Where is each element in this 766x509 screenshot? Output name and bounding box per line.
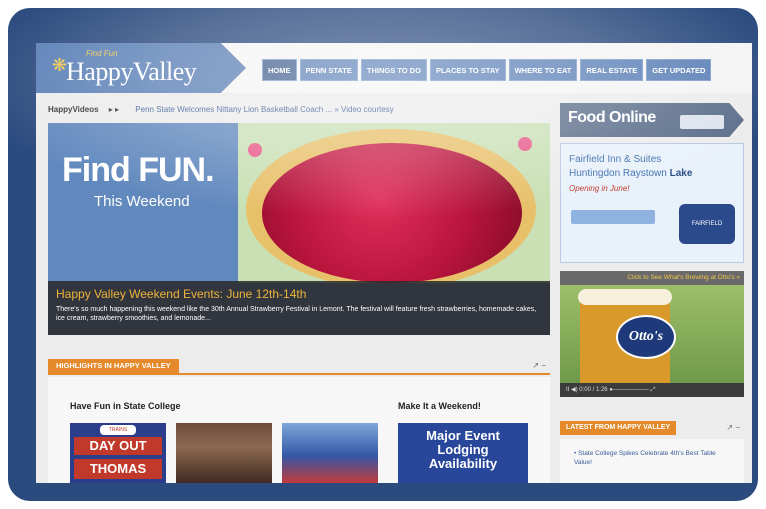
baseball-thumbnail[interactable] — [282, 423, 378, 483]
logo-name: HappyValley — [66, 57, 197, 86]
highlights-header: HIGHLIGHTS IN HAPPY VALLEY ↗ − — [48, 359, 550, 375]
ad-line3: Opening in June! — [569, 184, 630, 193]
lodging-line1: Major Event — [426, 428, 500, 443]
latest-item[interactable]: • State College Spikes Celebrate 4th's B… — [574, 449, 734, 467]
nav-get-updated[interactable]: GET UPDATED — [646, 59, 712, 81]
food-online-label: Food Online — [568, 109, 656, 126]
latest-panel: • State College Spikes Celebrate 4th's B… — [560, 439, 744, 483]
thomas-line1: DAY OUT — [74, 437, 162, 455]
highlights-panel: Have Fun in State College Make It a Week… — [48, 377, 550, 483]
ticker-headline[interactable]: Penn State Welcomes Nittany Lion Basketb… — [135, 105, 394, 114]
sun-icon: ❋ — [52, 55, 68, 75]
nav-where-to-eat[interactable]: WHERE TO EAT — [508, 59, 578, 81]
hero-title[interactable]: Happy Valley Weekend Events: June 12th-1… — [56, 287, 306, 301]
fairfield-logo: FAIRFIELD — [679, 204, 735, 244]
ad-line2b: Lake — [669, 168, 693, 179]
nav-real-estate[interactable]: REAL ESTATE — [580, 59, 644, 81]
nav-home[interactable]: HOME — [262, 59, 297, 81]
hero-promo: Find FUN. This Weekend — [48, 123, 238, 283]
ad-line1: Fairfield Inn & Suites — [569, 154, 662, 165]
nav-things-to-do[interactable]: THINGS TO DO — [360, 59, 427, 81]
video-link[interactable]: Click to See What's Brewing at Otto's » — [560, 271, 744, 285]
flower-decoration — [518, 137, 532, 151]
fairfield-ad[interactable]: Fairfield Inn & Suites Huntingdon Raysto… — [560, 143, 744, 263]
pie-filling — [262, 143, 522, 283]
ticker-arrows[interactable]: ▸ ▸ — [109, 105, 119, 114]
browser-screen: ❋ Find Fun HappyValley HOME PENN STATE T… — [36, 43, 752, 483]
ticker-section[interactable]: HappyVideos — [48, 105, 99, 114]
news-ticker: HappyVideos ▸ ▸ Penn State Welcomes Nitt… — [48, 105, 548, 119]
ad-line2a: Huntingdon Raystown — [569, 168, 670, 179]
ad-button[interactable] — [571, 210, 655, 224]
hero-feature[interactable]: Find FUN. This Weekend Happy Valley Week… — [48, 123, 550, 335]
latest-header: LATEST FROM HAPPY VALLEY ↗ − — [560, 421, 744, 437]
food-online-banner[interactable]: Food Online — [560, 103, 744, 137]
hero-subline: This Weekend — [94, 193, 190, 210]
hero-caption: Happy Valley Weekend Events: June 12th-1… — [48, 281, 550, 335]
lodging-promo[interactable]: Major Event Lodging Availability — [398, 423, 528, 483]
latest-tab: LATEST FROM HAPPY VALLEY — [560, 421, 677, 435]
highlights-left-heading: Have Fun in State College — [70, 401, 181, 411]
hero-description: There's so much happening this weekend l… — [56, 306, 537, 322]
strawberry-pie-photo — [238, 123, 550, 283]
crowd-thumbnail[interactable] — [176, 423, 272, 483]
thomas-badge: TRAINS — [100, 425, 136, 435]
thomas-thumbnail[interactable]: TRAINS DAY OUT THOMAS — [70, 423, 166, 483]
nav-places-to-stay[interactable]: PLACES TO STAY — [429, 59, 506, 81]
ad-line2: Huntingdon Raystown Lake — [569, 168, 692, 179]
sponsor-logo — [680, 115, 724, 129]
nav-penn-state[interactable]: PENN STATE — [299, 59, 358, 81]
site-logo[interactable]: ❋ Find Fun HappyValley — [36, 43, 246, 93]
lodging-line2: Lodging — [437, 442, 489, 457]
thomas-line2: THOMAS — [74, 459, 162, 479]
highlights-tab: HIGHLIGHTS IN HAPPY VALLEY — [48, 359, 179, 373]
main-nav: HOME PENN STATE THINGS TO DO PLACES TO S… — [262, 59, 712, 81]
hero-headline: Find FUN. — [62, 151, 215, 189]
device-frame: ❋ Find Fun HappyValley HOME PENN STATE T… — [8, 8, 758, 501]
lodging-line3: Availability — [428, 456, 498, 471]
widget-tools-icon[interactable]: ↗ − — [532, 361, 546, 370]
widget-tools-icon[interactable]: ↗ − — [726, 423, 740, 432]
flower-decoration — [248, 143, 262, 157]
video-player[interactable]: Otto's — [560, 285, 744, 383]
beer-foam — [578, 289, 672, 305]
highlights-right-heading: Make It a Weekend! — [398, 401, 481, 411]
ottos-logo: Otto's — [616, 315, 676, 359]
video-controls[interactable]: II ◀) 0:00 / 1:26 ●—————— ⤢ — [560, 383, 744, 397]
site-header: ❋ Find Fun HappyValley HOME PENN STATE T… — [36, 43, 752, 93]
